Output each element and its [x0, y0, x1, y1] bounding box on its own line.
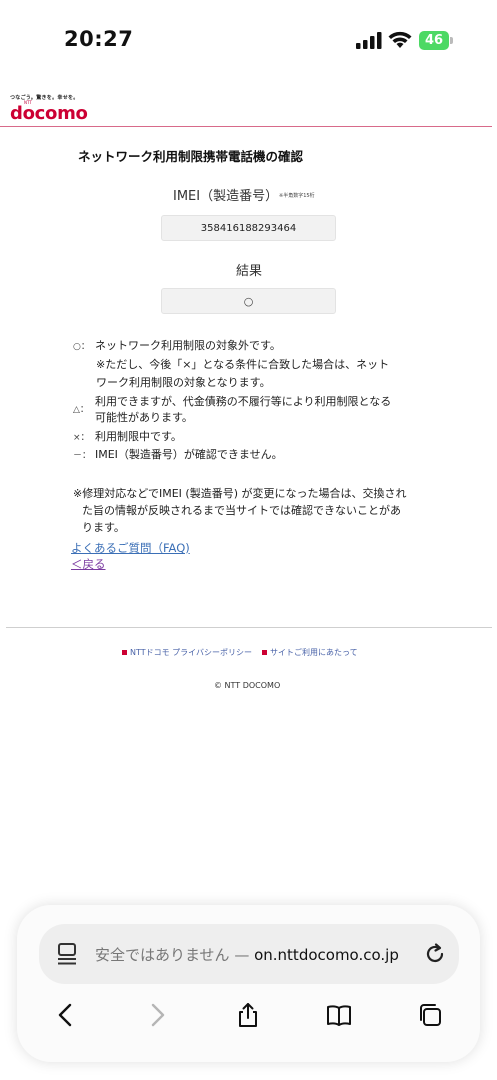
footnote-line-3: ります。 — [82, 521, 125, 534]
imei-value-field: 358416188293464 — [161, 215, 336, 241]
address-domain: on.nttdocomo.co.jp — [254, 946, 399, 964]
bookmarks-icon[interactable] — [326, 1002, 352, 1028]
faq-link[interactable]: よくあるご質問（FAQ) — [71, 540, 190, 556]
privacy-policy-link[interactable]: NTTドコモ プライバシーポリシー — [130, 648, 252, 657]
footnote-line-1: ※修理対応などでIMEI (製造番号) が変更になった場合は、交換され — [73, 487, 407, 500]
address-text: 安全ではありません — on.nttdocomo.co.jp — [95, 944, 399, 965]
status-bar: 20:27 46 — [0, 0, 497, 80]
legend-dash-symbol: －： — [73, 451, 92, 461]
footer-links: NTTドコモ プライバシーポリシー サイトご利用にあたって — [122, 647, 368, 658]
header-divider — [0, 126, 492, 127]
share-icon[interactable] — [235, 1002, 261, 1028]
bullet-icon — [262, 650, 267, 655]
forward-icon[interactable] — [144, 1002, 170, 1028]
legend-cross-symbol: ×： — [73, 433, 90, 443]
brand-tagline: つなごう。驚きを。幸せを。 — [10, 95, 79, 101]
wifi-icon — [388, 31, 412, 48]
legend-cross-text: 利用制限中です。 — [95, 430, 182, 443]
result-value-field: ○ — [161, 288, 336, 314]
copyright: © NTT DOCOMO — [214, 681, 281, 690]
legend-dash-text: IMEI（製造番号）が確認できません。 — [95, 448, 283, 461]
legend-triangle-text-1: 利用できますが、代金債務の不履行等により利用制限となる — [95, 395, 392, 408]
reload-icon[interactable] — [423, 942, 447, 966]
back-link[interactable]: ＜戻る — [71, 556, 106, 572]
footer-divider — [6, 627, 492, 628]
legend-circle-note-2: ワーク利用制限の対象となります。 — [96, 376, 271, 389]
result-label: 結果 — [236, 264, 263, 279]
bullet-icon — [122, 650, 127, 655]
browser-toolbar: 安全ではありません — on.nttdocomo.co.jp — [17, 905, 480, 1062]
footnote-line-2: た旨の情報が反映されるまで当サイトでは確認できないことがあ — [82, 504, 401, 517]
imei-note: ※半角数字15桁 — [279, 193, 315, 199]
cellular-signal-icon — [356, 32, 382, 49]
battery-level: 46 — [419, 31, 449, 50]
site-terms-link[interactable]: サイトご利用にあたって — [270, 648, 358, 657]
imei-label: IMEI（製造番号） — [173, 189, 279, 204]
legend-triangle-text-2: 可能性があります。 — [95, 411, 193, 424]
page-menu-icon[interactable] — [57, 942, 77, 966]
address-bar[interactable]: 安全ではありません — on.nttdocomo.co.jp — [39, 924, 459, 984]
tabs-icon[interactable] — [417, 1002, 443, 1028]
legend-circle-text: ネットワーク利用制限の対象外です。 — [95, 339, 281, 352]
security-warning: 安全ではありません — — [95, 946, 255, 964]
status-time: 20:27 — [64, 27, 134, 51]
docomo-logo[interactable]: docomo — [10, 103, 88, 124]
legend-triangle-symbol: △： — [73, 405, 89, 415]
back-icon[interactable] — [53, 1002, 79, 1028]
legend-circle-symbol: ○： — [73, 342, 90, 352]
battery-icon: 46 — [419, 31, 453, 50]
legend-circle-note-1: ※ただし、今後「×」となる条件に合致した場合は、ネット — [96, 358, 390, 371]
page-title: ネットワーク利用制限携帯電話機の確認 — [78, 149, 304, 164]
